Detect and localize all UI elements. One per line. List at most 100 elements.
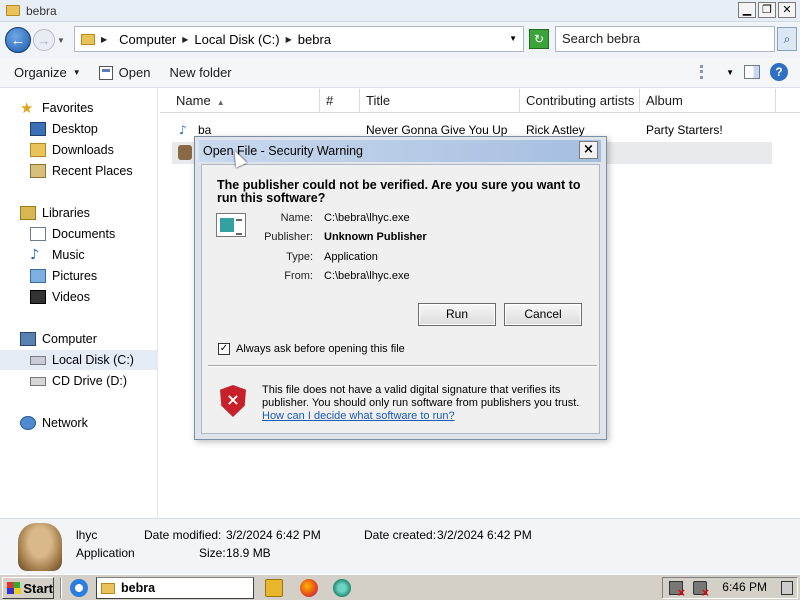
sidebar-item-computer[interactable]: Computer [0, 329, 157, 349]
detail-value: Unknown Publisher [324, 231, 427, 243]
window-controls: ▁ ❐ ✕ [738, 2, 796, 18]
restore-button[interactable]: ❐ [758, 2, 776, 18]
checkbox-check-icon[interactable]: ✓ [218, 343, 230, 355]
sidebar-item-cd-drive[interactable]: CD Drive (D:) [0, 371, 157, 391]
breadcrumb-bebra[interactable]: bebra [298, 32, 331, 47]
sidebar-label: Videos [52, 290, 90, 304]
details-size-value: 18.9 MB [226, 546, 271, 560]
detail-value: C:\bebra\lhyc.exe [324, 270, 410, 282]
detail-label: Type: [286, 251, 313, 263]
sidebar-label: Desktop [52, 122, 98, 136]
sidebar-label: CD Drive (D:) [52, 374, 127, 388]
details-filetype: Application [76, 546, 135, 560]
sidebar-item-downloads[interactable]: Downloads [0, 140, 157, 160]
sidebar-item-recent-places[interactable]: Recent Places [0, 161, 157, 181]
chat-app-icon[interactable] [333, 579, 351, 597]
sidebar-item-desktop[interactable]: Desktop [0, 119, 157, 139]
taskbar: Start bebra 6:46 PM [0, 574, 800, 600]
file-thumbnail [18, 523, 62, 571]
search-input[interactable]: Search bebra [555, 26, 775, 52]
recent-pages-dropdown[interactable]: ▼ [57, 36, 65, 45]
sidebar-label: Recent Places [52, 164, 133, 178]
sidebar-label: Music [52, 248, 85, 262]
folder-icon [101, 582, 115, 594]
minimize-button[interactable]: ▁ [738, 2, 756, 18]
dialog-question: The publisher could not be verified. Are… [217, 178, 581, 205]
column-contributing-artists[interactable]: Contributing artists [520, 89, 640, 113]
network-icon [20, 416, 36, 430]
security-shield-icon: × [220, 385, 246, 417]
sidebar-item-pictures[interactable]: Pictures [0, 266, 157, 286]
detail-value: Application [324, 251, 378, 263]
cd-drive-icon [30, 376, 46, 386]
help-icon[interactable]: ? [770, 63, 788, 81]
volume-muted-icon[interactable] [693, 581, 710, 599]
details-size-label: Size: [199, 546, 226, 560]
libraries-icon [20, 206, 36, 220]
back-button[interactable]: ← [5, 27, 31, 53]
sidebar-label: Computer [42, 332, 97, 346]
view-options-icon[interactable] [700, 65, 716, 79]
column-name[interactable]: Name ▲ [170, 89, 320, 113]
media-player-icon[interactable] [265, 579, 283, 597]
breadcrumb-local-disk[interactable]: Local Disk (C:) ▶ [194, 32, 297, 47]
details-created-value: 3/2/2024 6:42 PM [437, 528, 532, 542]
forward-button[interactable]: → [33, 29, 55, 51]
always-ask-checkbox[interactable]: ✓ Always ask before opening this file [218, 343, 405, 355]
sidebar-item-documents[interactable]: Documents [0, 224, 157, 244]
organize-button[interactable]: Organize ▼ [14, 65, 81, 80]
firefox-icon[interactable] [300, 579, 318, 597]
internet-explorer-icon[interactable] [70, 579, 88, 597]
signature-warning-text: This file does not have a valid digital … [262, 384, 580, 409]
close-window-button[interactable]: ✕ [778, 2, 796, 18]
sidebar-item-favorites[interactable]: ★ Favorites [0, 98, 157, 118]
address-dropdown-icon[interactable]: ▼ [509, 34, 517, 43]
sidebar-label: Local Disk (C:) [52, 353, 134, 367]
sidebar-label: Pictures [52, 269, 98, 283]
downloads-folder-icon [30, 143, 46, 157]
column-number[interactable]: # [320, 89, 360, 113]
clock[interactable]: 6:46 PM [722, 580, 767, 594]
search-icon[interactable]: ⌕ [777, 27, 797, 51]
detail-value: C:\bebra\lhyc.exe [324, 212, 410, 224]
audio-file-icon: ♪ [179, 123, 187, 137]
sidebar-label: Favorites [42, 101, 94, 115]
taskbar-window-bebra[interactable]: bebra [96, 577, 254, 599]
breadcrumb-computer[interactable]: Computer ▶ [119, 32, 194, 47]
network-disconnected-icon[interactable] [669, 581, 686, 599]
breadcrumb-label: bebra [297, 31, 332, 47]
cancel-button[interactable]: Cancel [504, 303, 582, 326]
detail-label: Name: [280, 212, 313, 224]
help-link[interactable]: How can I decide what software to run? [262, 410, 455, 422]
sidebar-label: Documents [52, 227, 116, 241]
open-button[interactable]: Open [98, 65, 150, 80]
sidebar-item-local-disk[interactable]: Local Disk (C:) [0, 350, 157, 370]
sidebar-item-network[interactable]: Network [0, 413, 157, 433]
details-filename: lhyc [76, 528, 98, 542]
star-icon: ★ [20, 99, 34, 117]
new-folder-button[interactable]: New folder [169, 65, 231, 80]
column-title[interactable]: Title [360, 89, 520, 113]
show-desktop-icon[interactable] [781, 581, 793, 595]
breadcrumb-label: Computer [119, 31, 177, 47]
dialog-close-button[interactable]: × [579, 141, 598, 159]
divider [208, 365, 597, 367]
preview-pane-icon[interactable] [744, 65, 760, 79]
address-bar[interactable]: ▶ Computer ▶ Local Disk (C:) ▶ bebra ▼ [74, 26, 524, 52]
column-album[interactable]: Album [640, 89, 776, 113]
navigation-pane: ★ Favorites Desktop Downloads Recent Plac… [0, 88, 158, 518]
view-dropdown-icon[interactable]: ▼ [726, 68, 734, 77]
run-button[interactable]: Run [418, 303, 496, 326]
sidebar-item-libraries[interactable]: Libraries [0, 203, 157, 223]
recent-places-icon [30, 164, 46, 178]
details-pane: lhyc Application Date modified: 3/2/2024… [0, 518, 800, 574]
window-titlebar: bebra ▁ ❐ ✕ [0, 0, 800, 22]
sidebar-item-music[interactable]: ♪ Music [0, 245, 157, 265]
breadcrumb-separator[interactable]: ▶ [99, 35, 113, 44]
window-title: bebra [26, 3, 57, 18]
command-bar: Organize ▼ Open New folder ▼ ? [0, 58, 800, 88]
refresh-button[interactable]: ↻ [529, 29, 549, 49]
computer-icon [20, 332, 36, 346]
sidebar-item-videos[interactable]: Videos [0, 287, 157, 307]
start-button[interactable]: Start [2, 577, 54, 599]
